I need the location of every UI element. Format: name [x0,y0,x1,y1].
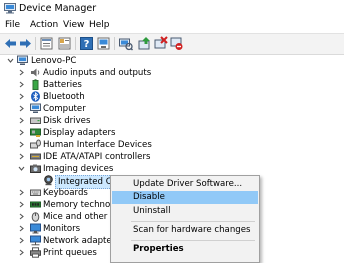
menu-view[interactable]: View [63,20,84,30]
toolbar-separator [35,37,36,50]
toolbar-separator [75,37,76,50]
disk-drive-icon [30,117,41,124]
svg-text:?: ? [84,39,90,50]
computer-list-icon[interactable] [57,36,72,51]
tree-item-label: Audio inputs and outputs [43,68,152,78]
expand-chevron-icon[interactable] [18,141,25,148]
menu-file[interactable]: File [5,20,20,30]
ctx-uninstall[interactable]: Uninstall [112,205,258,218]
printer-icon [30,247,41,258]
ctx-update-driver[interactable]: Update Driver Software... [112,178,258,191]
memory-icon [30,201,41,208]
ctx-disable-label: Disable [133,192,165,202]
tree-item-ide[interactable]: IDE ATA/ATAPI controllers [0,151,344,163]
expand-chevron-icon[interactable] [18,225,25,232]
hid-icon [30,139,41,149]
expand-chevron-icon[interactable] [18,249,25,256]
tree-item-label: Bluetooth [43,92,85,102]
expand-chevron-icon[interactable] [18,105,25,112]
ctx-disable[interactable]: Disable [112,191,258,204]
expand-chevron-icon[interactable] [18,189,25,196]
computer-icon [17,55,28,65]
tree-item-label: Batteries [43,80,82,90]
expand-chevron-icon[interactable] [18,237,25,244]
ctx-properties-label: Properties [133,244,184,254]
menu-help[interactable]: Help [89,20,110,30]
window-title: Device Manager [19,3,97,14]
update-driver-icon[interactable] [137,36,152,51]
toolbar: ? [0,33,344,55]
show-hidden-icon[interactable] [96,36,111,51]
tree-item-label: Display adapters [43,128,116,138]
display-adapter-icon [30,128,41,137]
mouse-icon [31,212,40,222]
forward-arrow-icon[interactable] [18,36,33,51]
ctx-scan-hardware[interactable]: Scan for hardware changes [112,224,258,237]
expand-chevron-icon[interactable] [18,129,25,136]
disable-icon[interactable] [169,36,184,51]
toolbar-separator [114,37,115,50]
scan-hardware-icon[interactable] [118,36,133,51]
camera-icon [30,164,41,173]
context-menu: Update Driver Software... Disable Uninst… [110,175,260,263]
tree-item-label: Disk drives [43,116,91,126]
tree-item-label: Keyboards [43,188,88,198]
speaker-icon [31,68,40,77]
ctx-update-driver-label: Update Driver Software... [133,179,243,189]
back-arrow-icon[interactable] [3,36,18,51]
properties-icon[interactable] [39,36,54,51]
monitor-icon [30,223,41,234]
help-icon[interactable]: ? [79,36,94,51]
tree-item-label: Monitors [43,224,81,234]
ctx-properties[interactable]: Properties [112,243,258,256]
tree-item-label: Print queues [43,248,97,258]
ide-controller-icon [30,153,41,160]
tree-item-label: Computer [43,104,86,114]
collapse-chevron-icon[interactable] [18,165,25,172]
bluetooth-icon [31,91,40,102]
expand-chevron-icon[interactable] [18,69,25,76]
tree-item-label: Network adapters [43,236,120,246]
uninstall-icon[interactable] [153,36,168,51]
tree-item-disk-drives[interactable]: Disk drives [0,115,344,127]
ctx-uninstall-label: Uninstall [133,206,171,216]
tree-item-imaging[interactable]: Imaging devices [0,163,344,175]
expand-chevron-icon[interactable] [18,117,25,124]
tree-root[interactable]: Lenovo-PC [0,55,344,67]
menu-action[interactable]: Action [30,20,58,30]
tree-item-computer[interactable]: Computer [0,103,344,115]
ctx-separator [131,221,255,222]
ctx-separator [131,240,255,241]
tree-item-hid[interactable]: Human Interface Devices [0,139,344,151]
webcam-icon [44,175,53,186]
tree-item-label: Human Interface Devices [43,140,152,150]
tree-item-label: Imaging devices [43,164,114,174]
device-manager-icon [4,3,16,14]
tree-item-display-adapters[interactable]: Display adapters [0,127,344,139]
tree-item-label: IDE ATA/ATAPI controllers [43,152,151,162]
tree-root-label: Lenovo-PC [31,56,77,66]
expand-chevron-icon[interactable] [18,153,25,160]
expand-chevron-icon[interactable] [18,213,25,220]
menu-bar: File Action View Help [0,17,344,33]
ctx-scan-hardware-label: Scan for hardware changes [133,225,251,235]
tree-item-bluetooth[interactable]: Bluetooth [0,91,344,103]
expand-chevron-icon[interactable] [18,201,25,208]
keyboard-icon [30,189,41,196]
expand-chevron-icon[interactable] [18,81,25,88]
title-bar: Device Manager [0,0,344,17]
battery-icon [32,79,39,90]
network-adapter-icon [30,235,41,246]
collapse-chevron-icon[interactable] [7,57,14,64]
expand-chevron-icon[interactable] [18,93,25,100]
tree-item-batteries[interactable]: Batteries [0,79,344,91]
computer-icon [30,103,41,113]
tree-item-audio[interactable]: Audio inputs and outputs [0,67,344,79]
